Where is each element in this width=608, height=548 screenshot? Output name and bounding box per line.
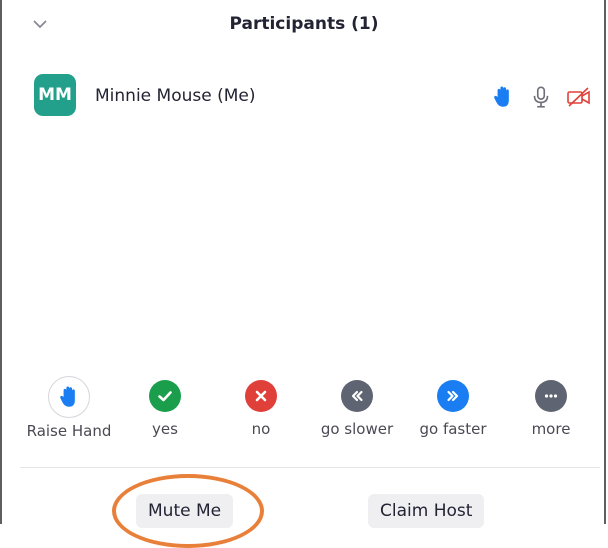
go-faster-button[interactable]: go faster [398, 380, 508, 438]
video-off-icon[interactable] [566, 84, 592, 110]
raised-hand-icon [494, 86, 509, 107]
more-button[interactable]: more [496, 380, 606, 438]
raise-hand-label: Raise Hand [26, 422, 112, 440]
more-label: more [531, 420, 571, 438]
no-button[interactable]: no [206, 380, 316, 438]
raise-hand-icon [48, 376, 90, 418]
divider [20, 467, 600, 468]
panel-header: Participants (1) [0, 0, 608, 56]
yes-label: yes [152, 420, 178, 438]
avatar: MM [34, 74, 76, 116]
check-icon [149, 380, 181, 412]
more-icon [535, 380, 567, 412]
raise-hand-button[interactable]: Raise Hand [14, 376, 124, 440]
reactions-bar: Raise Hand yes no go slower go faster mo… [0, 376, 608, 460]
go-slower-label: go slower [320, 420, 394, 438]
x-icon [245, 380, 277, 412]
fast-forward-icon [437, 380, 469, 412]
no-label: no [251, 420, 271, 438]
claim-host-button[interactable]: Claim Host [368, 494, 485, 528]
mute-me-button[interactable]: Mute Me [136, 494, 234, 528]
yes-button[interactable]: yes [110, 380, 220, 438]
go-faster-label: go faster [419, 420, 487, 438]
panel-title: Participants (1) [229, 14, 379, 34]
participant-name: Minnie Mouse (Me) [95, 86, 256, 106]
go-slower-button[interactable]: go slower [302, 380, 412, 438]
rewind-icon [341, 380, 373, 412]
participant-row[interactable]: MM Minnie Mouse (Me) [0, 72, 608, 122]
microphone-icon[interactable] [528, 84, 554, 110]
